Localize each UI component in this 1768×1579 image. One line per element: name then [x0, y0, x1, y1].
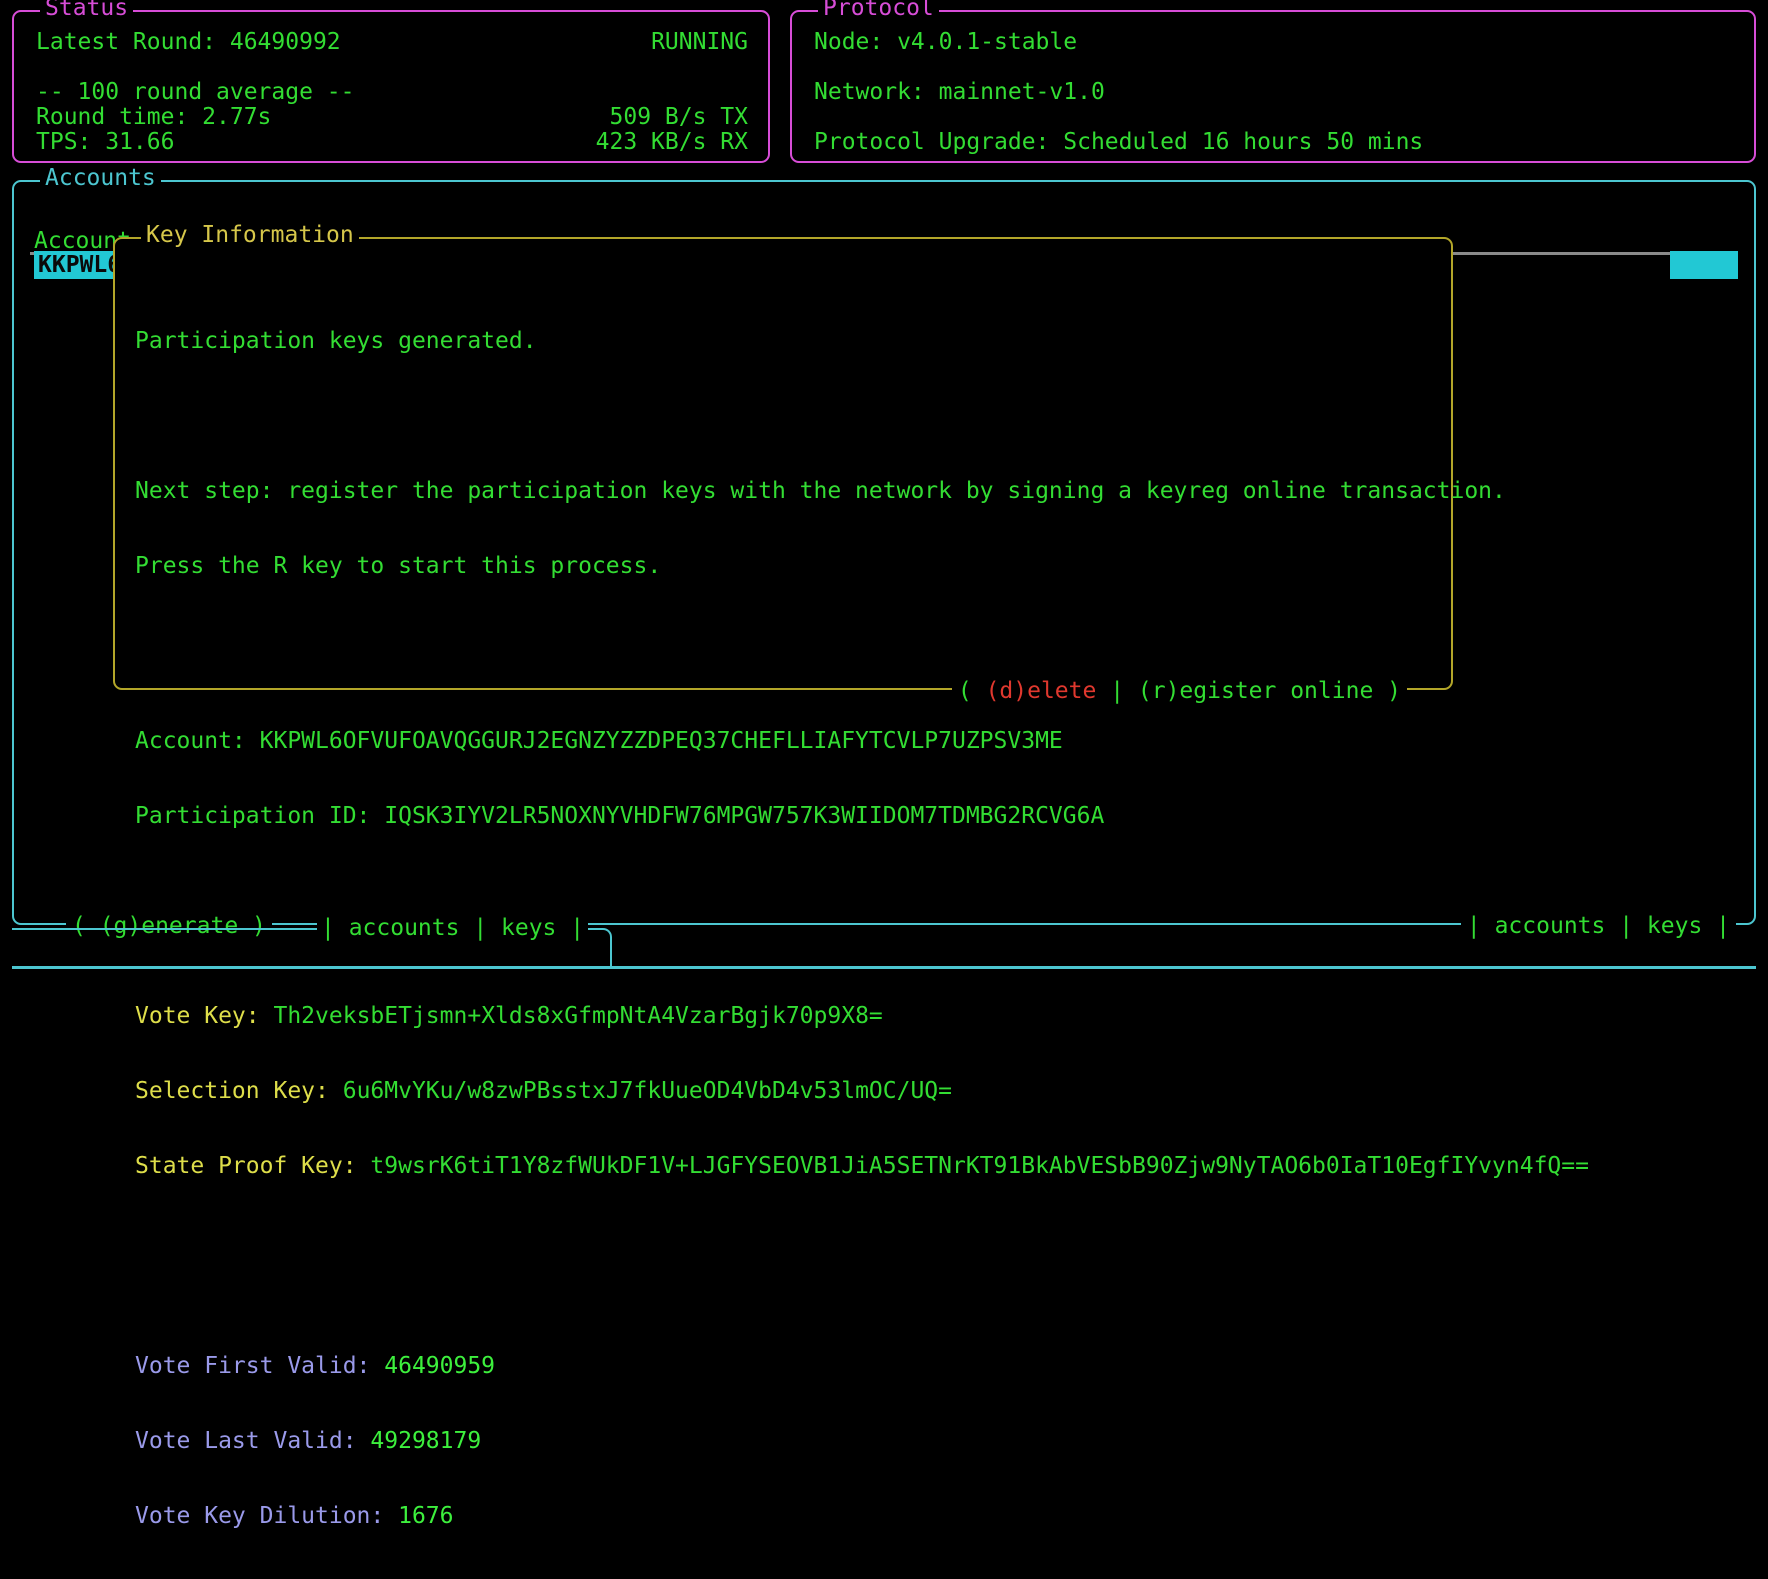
key-information-dialog-title: Key Information	[141, 223, 359, 248]
key-dialog-actions: ( (d)elete | (r)egister online )	[952, 679, 1407, 704]
dialog-spacer-1	[135, 404, 1451, 429]
dialog-spacer-3	[135, 904, 1451, 929]
state-proof-key-row: State Proof Key: t9wsrK6tiT1Y8zfWUkDF1V+…	[135, 1154, 1451, 1179]
latest-round-label: Latest Round: 46490992	[36, 30, 341, 55]
protocol-panel: Protocol Node: v4.0.1-stable Network: ma…	[790, 10, 1756, 163]
tps-row: TPS: 31.66 423 KB/s RX	[14, 130, 768, 155]
vote-first-valid-row: Vote First Valid: 46490959	[135, 1354, 1451, 1379]
node-version-label: Node: v4.0.1-stable	[792, 30, 1754, 55]
state-proof-key-value: t9wsrK6tiT1Y8zfWUkDF1V+LJGFYSEOVB1JiA5SE…	[370, 1153, 1589, 1179]
delete-key-action[interactable]: (d)elete	[986, 678, 1097, 704]
vote-key-dilution-value: 1676	[398, 1503, 453, 1529]
network-label: Network: mainnet-v1.0	[792, 80, 1754, 105]
account-label: Account:	[135, 728, 260, 754]
vote-key-value: Th2veksbETjsmn+Xlds8xGfmpNtA4VzarBgjk70p…	[273, 1003, 882, 1029]
participation-id-value: IQSK3IYV2LR5NOXNYVHDFW76MPGW757K3WIIDOM7…	[384, 803, 1104, 829]
next-step-message: Next step: register the participation ke…	[135, 479, 1451, 504]
vote-last-valid-label: Vote Last Valid:	[135, 1428, 370, 1454]
protocol-upgrade-label: Protocol Upgrade: Scheduled 16 hours 50 …	[792, 130, 1754, 155]
register-online-action[interactable]: (r)egister online	[1138, 678, 1373, 704]
press-r-message: Press the R key to start this process.	[135, 554, 1451, 579]
actions-open-paren: (	[958, 678, 986, 704]
round-time-label: Round time: 2.77s	[36, 105, 271, 130]
selection-key-value: 6u6MvYKu/w8zwPBsstxJ7fkUueOD4VbD4v53lmOC…	[343, 1078, 952, 1104]
account-value: KKPWL6OFVUFOAVQGGURJ2EGNZYZZDPEQ37CHEFLL…	[260, 728, 1063, 754]
node-state-badge: RUNNING	[651, 30, 748, 55]
selection-key-row: Selection Key: 6u6MvYKu/w8zwPBsstxJ7fkUu…	[135, 1079, 1451, 1104]
rx-rate-value: 423 KB/s RX	[596, 130, 748, 155]
dialog-spacer-2	[135, 629, 1451, 654]
status-panel-title: Status	[40, 0, 133, 21]
status-latest-round-row: Latest Round: 46490992 RUNNING	[14, 30, 768, 55]
accounts-panel-title: Accounts	[40, 166, 161, 191]
vote-key-row: Vote Key: Th2veksbETjsmn+Xlds8xGfmpNtA4V…	[135, 1004, 1451, 1029]
protocol-panel-title: Protocol	[818, 0, 939, 21]
key-information-dialog: Key Information Participation keys gener…	[113, 237, 1453, 690]
accounts-footer-tabs[interactable]: | accounts | keys |	[1461, 914, 1736, 939]
average-header: -- 100 round average --	[14, 80, 768, 105]
actions-close-paren: )	[1373, 678, 1401, 704]
protocol-spacer-2	[792, 105, 1754, 130]
participation-id-label: Participation ID:	[135, 803, 384, 829]
table-row-balance[interactable]	[1670, 251, 1738, 279]
status-panel: Status Latest Round: 46490992 RUNNING --…	[12, 10, 770, 163]
state-proof-key-label: State Proof Key:	[135, 1153, 370, 1179]
vote-key-label: Vote Key:	[135, 1003, 273, 1029]
participation-id-row: Participation ID: IQSK3IYV2LR5NOXNYVHDFW…	[135, 804, 1451, 829]
vote-last-valid-row: Vote Last Valid: 49298179	[135, 1429, 1451, 1454]
table-row-account[interactable]: KKPWL6	[34, 251, 125, 279]
account-row: Account: KKPWL6OFVUFOAVQGGURJ2EGNZYZZDPE…	[135, 729, 1451, 754]
keys-generated-message: Participation keys generated.	[135, 329, 1451, 354]
tx-rate-value: 509 B/s TX	[610, 105, 748, 130]
vote-first-valid-label: Vote First Valid:	[135, 1353, 384, 1379]
vote-first-valid-value: 46490959	[384, 1353, 495, 1379]
status-spacer	[14, 55, 768, 80]
tps-label: TPS: 31.66	[36, 130, 174, 155]
round-time-row: Round time: 2.77s 509 B/s TX	[14, 105, 768, 130]
vote-last-valid-value: 49298179	[370, 1428, 481, 1454]
selection-key-label: Selection Key:	[135, 1078, 343, 1104]
terminal-screen: Status Latest Round: 46490992 RUNNING --…	[0, 0, 1768, 1076]
dialog-spacer-4	[135, 1254, 1451, 1279]
vote-key-dilution-label: Vote Key Dilution:	[135, 1503, 398, 1529]
actions-separator: |	[1096, 678, 1138, 704]
protocol-spacer-1	[792, 55, 1754, 80]
vote-key-dilution-row: Vote Key Dilution: 1676	[135, 1504, 1451, 1529]
